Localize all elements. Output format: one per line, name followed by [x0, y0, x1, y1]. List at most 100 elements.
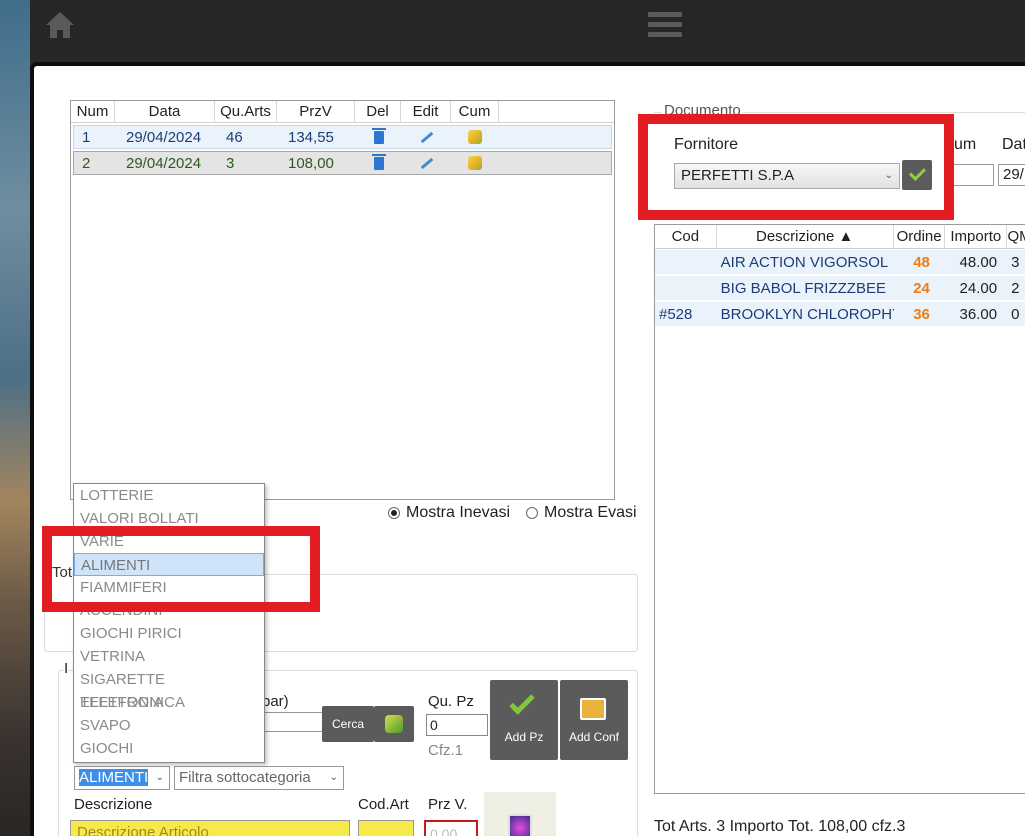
folder-icon	[580, 698, 606, 720]
cfz-text: Cfz.1	[428, 742, 464, 759]
chevron-down-icon: ⌄	[329, 772, 338, 783]
item-row[interactable]: AIR ACTION VIGORSOL 48 48.00 3	[655, 250, 1025, 274]
item-importo: 36.00	[959, 305, 998, 323]
orders-grid: Num Data Qu.Arts PrzV Del Edit Cum 1 29/…	[70, 100, 615, 500]
col-header-edit[interactable]: Edit	[401, 101, 451, 122]
image-icon	[508, 814, 532, 836]
items-grid-header: Cod Descrizione ▲ Ordine Importo QM	[655, 225, 1025, 249]
delete-icon[interactable]	[358, 127, 404, 146]
item-importo: 24.00	[959, 279, 998, 297]
descrizione-input[interactable]: Descrizione Articolo	[70, 820, 350, 836]
orders-grid-header: Num Data Qu.Arts PrzV Del Edit Cum	[71, 101, 614, 123]
edit-icon[interactable]	[404, 155, 454, 172]
order-quarts: 46	[226, 128, 243, 146]
item-ordine: 36	[913, 305, 930, 323]
gem-icon	[385, 715, 403, 733]
col-header-descrizione[interactable]: Descrizione ▲	[717, 225, 894, 248]
item-cod: #528	[659, 305, 693, 323]
col-header-del[interactable]: Del	[355, 101, 401, 122]
item-descrizione: AIR ACTION VIGORSOL	[720, 253, 889, 271]
col-header-qm[interactable]: QM	[1007, 225, 1025, 248]
category-option[interactable]: LOTTERIE	[74, 484, 264, 507]
items-grid: Cod Descrizione ▲ Ordine Importo QM AIR …	[654, 224, 1025, 794]
highlight-box-fornitore	[638, 114, 954, 220]
item-ordine: 24	[913, 279, 930, 297]
data-label: Dat	[1002, 136, 1025, 153]
przv-input[interactable]: 0,00	[424, 820, 478, 836]
num-label: um	[954, 136, 977, 153]
qupz-label: Qu. Pz	[428, 693, 474, 710]
mostra-evasi-label[interactable]: Mostra Evasi	[544, 504, 636, 522]
category-option[interactable]: VETRINA	[74, 645, 264, 668]
gem-button[interactable]	[374, 706, 414, 742]
cube-icon[interactable]	[454, 154, 502, 172]
category-selected-value: ALIMENTI	[79, 769, 149, 786]
order-date: 29/04/2024	[126, 128, 202, 146]
barcode-label: bar)	[262, 693, 289, 710]
order-num: 1	[82, 128, 91, 146]
codart-input[interactable]	[358, 820, 414, 836]
chevron-down-icon: ⌄	[155, 772, 164, 783]
add-conf-button[interactable]: Add Conf	[560, 680, 628, 760]
category-select[interactable]: ALIMENTI ⌄	[74, 766, 170, 790]
order-row[interactable]: 1 29/04/2024 46 134,55	[73, 125, 612, 149]
order-przv: 134,55	[288, 128, 334, 146]
col-header-importo[interactable]: Importo	[945, 225, 1008, 248]
item-importo: 48.00	[959, 253, 998, 271]
mostra-evasi-radio[interactable]	[526, 507, 539, 519]
item-qm: 2	[1011, 279, 1020, 297]
mostra-inevasi-radio[interactable]	[388, 507, 400, 519]
main-window: Num Data Qu.Arts PrzV Del Edit Cum 1 29/…	[30, 62, 1025, 836]
przv-label: Prz V.	[428, 796, 468, 813]
highlight-box-category	[42, 526, 320, 612]
item-qm: 0	[1011, 305, 1020, 323]
mostra-inevasi-label[interactable]: Mostra Inevasi	[406, 504, 510, 522]
col-header-num[interactable]: Num	[71, 101, 115, 122]
item-descrizione: BIG BABOL FRIZZZBEE	[720, 279, 886, 297]
col-header-cod[interactable]: Cod	[655, 225, 717, 248]
col-header-quarts[interactable]: Qu.Arts	[215, 101, 277, 122]
delete-icon[interactable]	[358, 153, 404, 172]
home-icon[interactable]	[44, 10, 76, 40]
item-ordine: 48	[913, 253, 930, 271]
category-dropdown-list[interactable]: LOTTERIE VALORI BOLLATI VARIE ALIMENTI F…	[73, 483, 265, 763]
num-input[interactable]	[950, 164, 994, 186]
subcategory-select[interactable]: Filtra sottocategoria ⌄	[174, 766, 344, 790]
product-image[interactable]	[484, 792, 556, 836]
descrizione-label: Descrizione	[74, 796, 153, 813]
category-option[interactable]: GIOCHI PIRICI	[74, 622, 264, 645]
order-num: 2	[82, 154, 91, 172]
subcategory-placeholder: Filtra sottocategoria	[179, 769, 311, 786]
item-row[interactable]: BIG BABOL FRIZZZBEE 24 24.00 2	[655, 276, 1025, 300]
desktop-background	[0, 0, 30, 836]
filter-radio-group: Mostra Inevasi Mostra Evasi	[388, 504, 637, 522]
cube-icon[interactable]	[454, 128, 502, 146]
top-bar	[30, 0, 1025, 60]
edit-icon[interactable]	[404, 129, 454, 146]
category-option[interactable]: SVAPO	[74, 714, 264, 737]
col-header-ordine[interactable]: Ordine	[894, 225, 946, 248]
col-header-przv[interactable]: PrzV	[277, 101, 355, 122]
order-przv: 108,00	[288, 154, 334, 172]
date-input[interactable]: 29/	[998, 164, 1025, 186]
check-icon	[509, 689, 535, 715]
cerca-button[interactable]: Cerca	[322, 706, 374, 742]
add-pz-label: Add Pz	[504, 730, 544, 744]
add-conf-label: Add Conf	[568, 730, 620, 744]
insert-groupbox-label: I	[64, 660, 69, 677]
order-date: 29/04/2024	[126, 154, 202, 172]
item-row[interactable]: #528 BROOKLYN CHLOROPHYLL 36 36.00 0	[655, 302, 1025, 326]
totals-footer: Tot Arts. 3 Importo Tot. 108,00 cfz.3	[654, 818, 906, 835]
qupz-input[interactable]: 0	[426, 714, 488, 736]
order-quarts: 3	[226, 154, 235, 172]
item-descrizione: BROOKLYN CHLOROPHYLL	[720, 305, 894, 323]
col-header-cum[interactable]: Cum	[451, 101, 499, 122]
codart-label: Cod.Art	[358, 796, 409, 813]
category-option[interactable]: SIGARETTE ELETTRONICA	[74, 668, 264, 711]
add-pz-button[interactable]: Add Pz	[490, 680, 558, 760]
menu-icon[interactable]	[648, 12, 682, 38]
item-qm: 3	[1011, 253, 1020, 271]
col-header-data[interactable]: Data	[115, 101, 215, 122]
category-option[interactable]: GIOCHI	[74, 737, 264, 760]
order-row[interactable]: 2 29/04/2024 3 108,00	[73, 151, 612, 175]
